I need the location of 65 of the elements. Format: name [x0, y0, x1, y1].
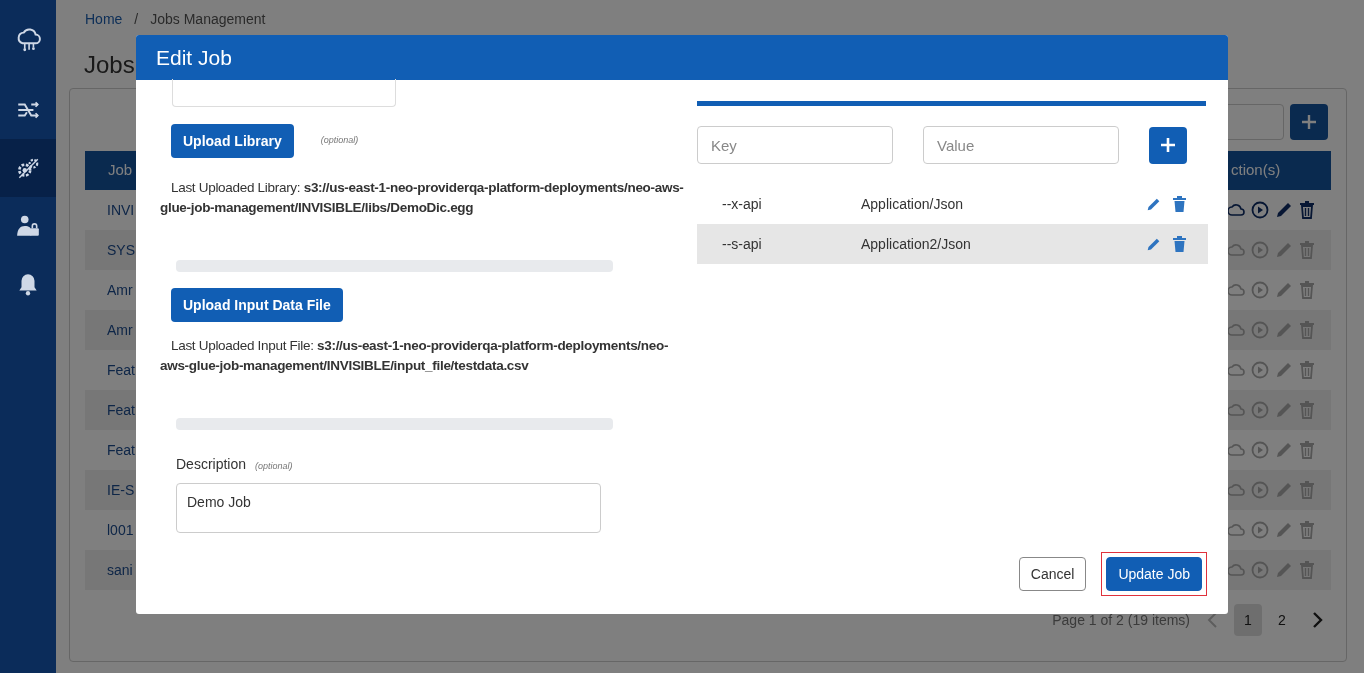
- last-uploaded-input-file: Last Uploaded Input File: s3://us-east-1-neo-providerqa-platform-deployments/neo-aws-glue-job-management/INVISIBLE/input_file/testdata.csv: [160, 337, 670, 375]
- chevron-left-icon[interactable]: [1206, 611, 1218, 629]
- cloud-network-icon: [15, 27, 41, 53]
- table-cell-text: SYS: [107, 240, 135, 260]
- trash-icon[interactable]: [1173, 236, 1186, 252]
- page-button[interactable]: 1: [1234, 604, 1262, 636]
- pencil-icon[interactable]: [1146, 196, 1161, 212]
- user-lock-icon: [15, 213, 41, 239]
- cloud-icon[interactable]: [1227, 361, 1245, 379]
- param-row[interactable]: --x-api Application/Json: [697, 184, 1208, 224]
- cloud-icon[interactable]: [1227, 241, 1245, 259]
- breadcrumb-current: Jobs Management: [150, 10, 266, 29]
- breadcrumb-separator: /: [134, 10, 139, 29]
- add-param-button[interactable]: [1149, 126, 1187, 164]
- table-cell-text: IE-S: [107, 480, 135, 500]
- description-label: Description: [176, 455, 247, 474]
- pagination-summary: Page 1 of 2 (19 items): [1052, 610, 1190, 630]
- table-cell-text: Feat: [107, 360, 135, 380]
- column-header: ction(s): [1231, 160, 1282, 181]
- input-field[interactable]: [172, 79, 396, 107]
- optional-hint: (optional): [255, 460, 293, 473]
- param-key: --x-api: [697, 193, 861, 215]
- table-cell-text: INVI: [107, 200, 135, 220]
- table-cell-text: sani: [107, 560, 133, 580]
- last-uploaded-library: Last Uploaded Library: s3://us-east-1-neo-providerqa-platform-deployments/neo-aws-glue-job-management/INVISIBLE/libs/DemoDic.egg: [160, 179, 685, 217]
- plus-icon: [1300, 113, 1318, 131]
- cloud-icon[interactable]: [1227, 321, 1245, 339]
- table-cell-text: Amr: [107, 320, 133, 340]
- trash-icon[interactable]: [1299, 201, 1315, 219]
- add-button[interactable]: [1290, 104, 1328, 140]
- upload-library-button[interactable]: Upload Library: [171, 124, 294, 158]
- dialog-title: Edit Job: [156, 44, 232, 71]
- plus-icon: [1160, 137, 1176, 153]
- trash-icon[interactable]: [1173, 196, 1186, 212]
- param-value: Application/Json: [861, 194, 964, 214]
- cloud-icon[interactable]: [1227, 521, 1245, 539]
- cloud-icon[interactable]: [1227, 481, 1245, 499]
- cloud-icon[interactable]: [1227, 281, 1245, 299]
- update-button[interactable]: Update Job: [1106, 557, 1202, 591]
- upload-input-button[interactable]: Upload Input Data File: [171, 288, 343, 322]
- pencil-icon[interactable]: [1146, 236, 1161, 252]
- description-field[interactable]: Demo Job: [176, 483, 601, 533]
- key-field[interactable]: Key: [697, 126, 893, 164]
- chevron-right-icon[interactable]: [1312, 611, 1324, 629]
- table-cell-text: Feat: [107, 400, 135, 420]
- column-header: Job: [107, 160, 133, 181]
- value-field[interactable]: Value: [923, 126, 1119, 164]
- table-cell-text: Feat: [107, 440, 135, 460]
- table-cell-text: l001: [107, 520, 134, 540]
- param-value: Application2/Json: [861, 234, 972, 254]
- sidebar-item[interactable]: [0, 139, 56, 197]
- table-cell-text: Amr: [107, 280, 133, 300]
- cloud-icon[interactable]: [1227, 201, 1245, 219]
- cloud-icon[interactable]: [1227, 561, 1245, 579]
- param-key: --s-api: [697, 233, 861, 255]
- page-button[interactable]: 2: [1268, 604, 1296, 636]
- breadcrumb-link[interactable]: Home: [85, 9, 123, 30]
- play-circle-icon[interactable]: [1251, 201, 1269, 219]
- page-title: Jobs: [84, 50, 135, 80]
- param-row[interactable]: --s-api Application2/Json: [697, 224, 1208, 264]
- cloud-icon[interactable]: [1227, 441, 1245, 459]
- optional-hint: (optional): [320, 134, 359, 148]
- cloud-icon[interactable]: [1227, 401, 1245, 419]
- cancel-button[interactable]: Cancel: [1018, 557, 1087, 591]
- pencil-icon[interactable]: [1275, 201, 1293, 219]
